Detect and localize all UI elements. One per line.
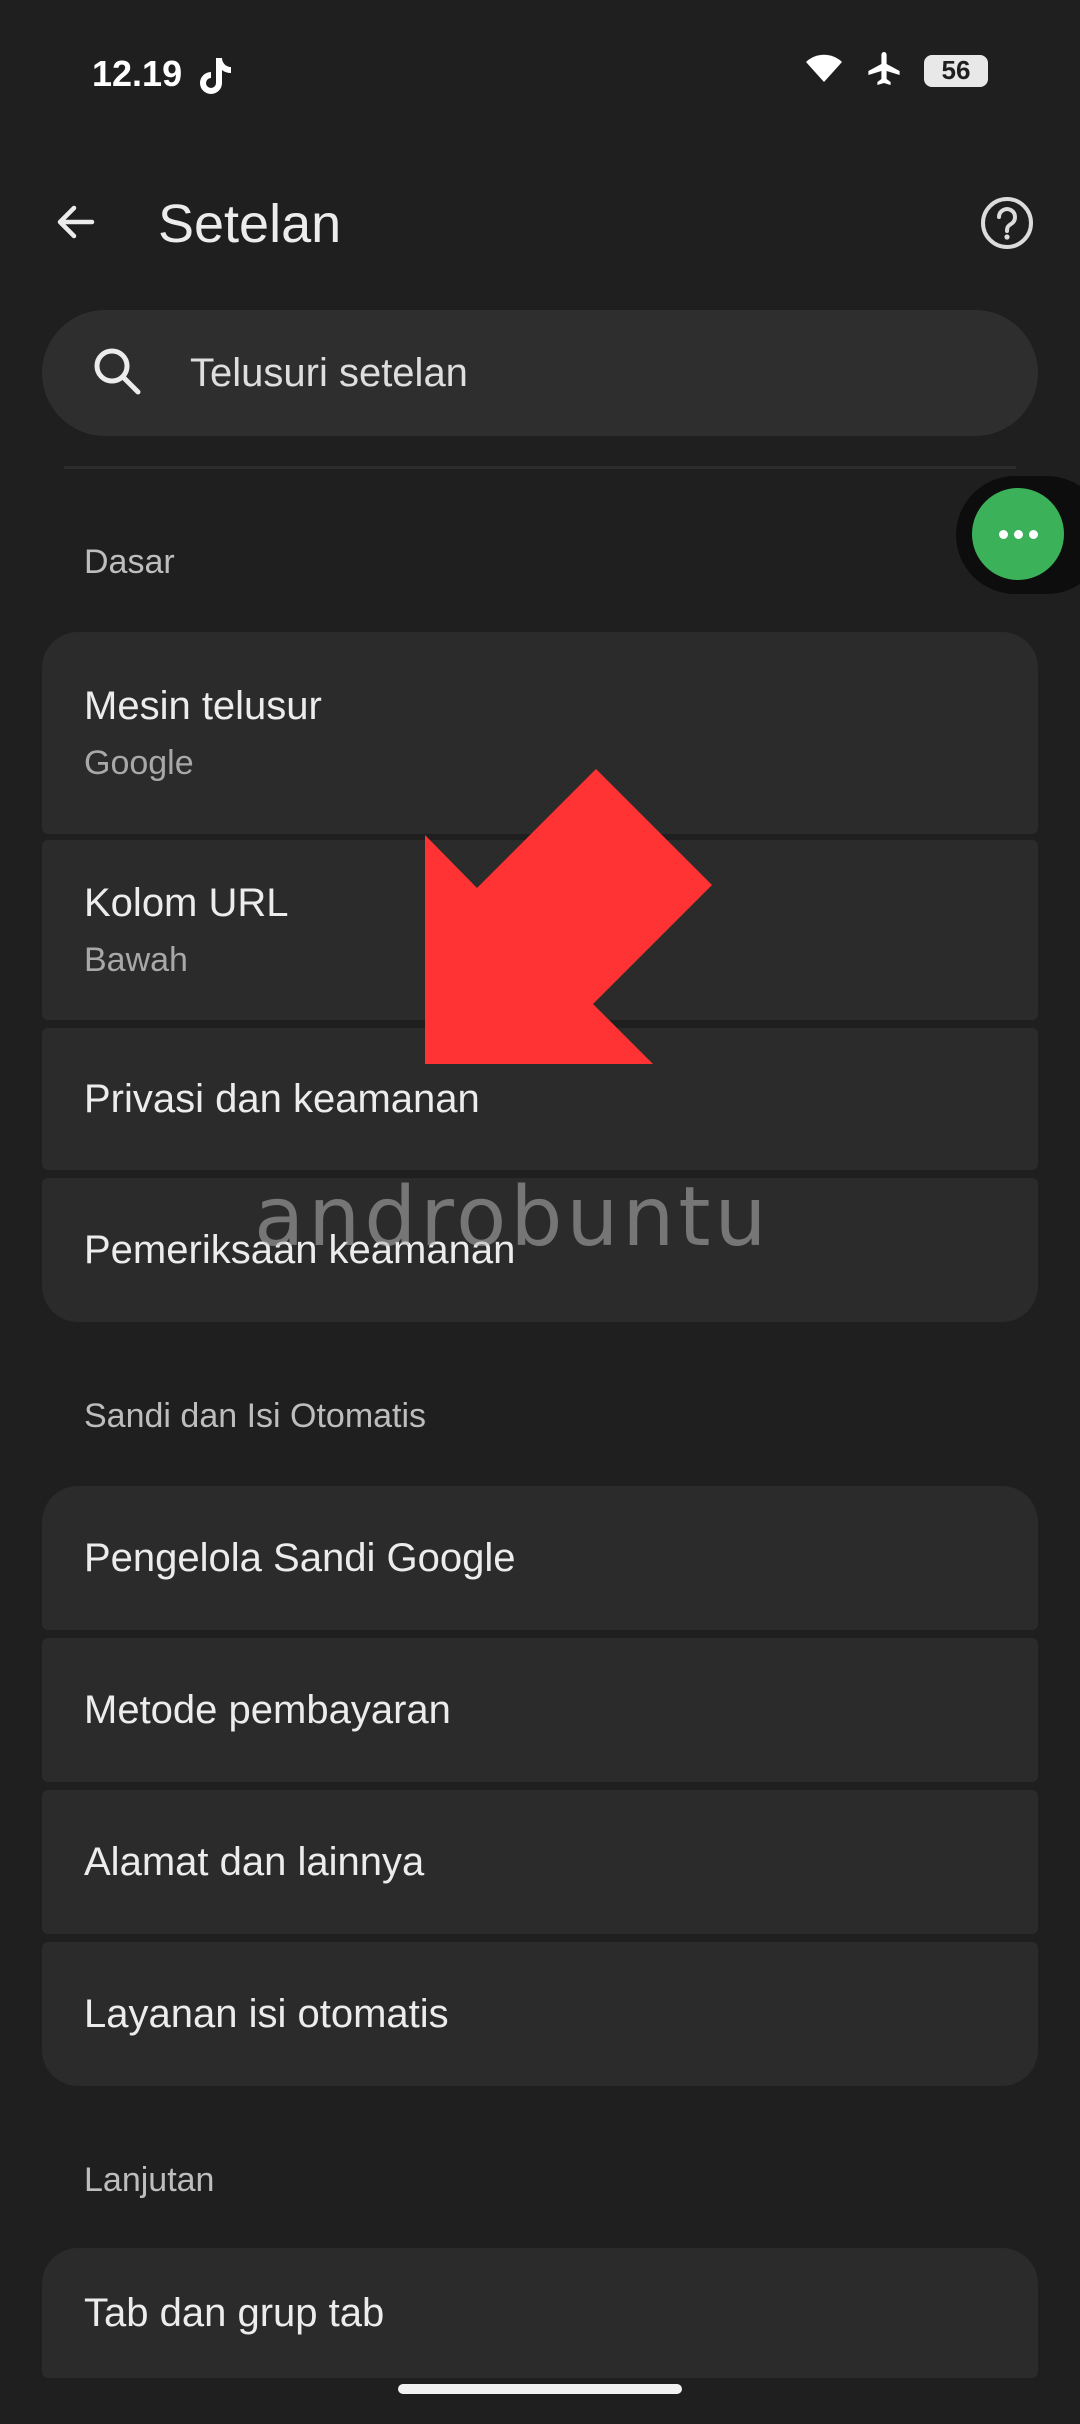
status-icons: 56: [804, 50, 988, 91]
more-horiz-icon-dot: [1028, 529, 1038, 539]
wifi-icon: [804, 52, 844, 89]
arrow-back-icon: [57, 205, 95, 239]
back-button[interactable]: [40, 186, 112, 258]
divider: [64, 466, 1016, 469]
airplane-icon: [866, 50, 902, 91]
search-placeholder: Telusuri setelan: [190, 351, 468, 395]
settings-item-password-manager[interactable]: Pengelola Sandi Google: [42, 1486, 1038, 1630]
search-icon: [86, 340, 150, 404]
item-title: Alamat dan lainnya: [84, 1840, 425, 1884]
red-arrow-annotation: [425, 769, 712, 1064]
settings-item-payment-methods[interactable]: Metode pembayaran: [42, 1638, 1038, 1782]
settings-item-addresses[interactable]: Alamat dan lainnya: [42, 1790, 1038, 1934]
item-title: Privasi dan keamanan: [84, 1077, 480, 1121]
floating-bubble-button[interactable]: [972, 488, 1064, 580]
section-header-passwords: Sandi dan Isi Otomatis: [84, 1397, 427, 1435]
section-header-dasar: Dasar: [84, 543, 175, 581]
item-title: Mesin telusur: [84, 684, 322, 728]
watermark-text: androbuntu: [254, 1170, 771, 1265]
item-title: Tab dan grup tab: [84, 2291, 385, 2335]
status-time: 12.19: [92, 53, 183, 94]
tiktok-icon: [196, 56, 232, 96]
help-button[interactable]: [974, 190, 1040, 256]
item-title: Layanan isi otomatis: [84, 1992, 449, 2036]
more-horiz-icon-dot: [1013, 529, 1023, 539]
section-header-advanced: Lanjutan: [84, 2161, 215, 2199]
page-title: Setelan: [158, 194, 342, 254]
item-title: Metode pembayaran: [84, 1688, 451, 1732]
help-circle-icon: [981, 197, 1033, 249]
settings-item-autofill-service[interactable]: Layanan isi otomatis: [42, 1942, 1038, 2086]
settings-item-tabs-groups[interactable]: Tab dan grup tab: [42, 2248, 1038, 2378]
more-horiz-icon: [998, 529, 1008, 539]
gesture-navigation-bar[interactable]: [398, 2384, 682, 2394]
battery-icon: 56: [924, 54, 988, 87]
item-title: Pengelola Sandi Google: [84, 1536, 516, 1580]
